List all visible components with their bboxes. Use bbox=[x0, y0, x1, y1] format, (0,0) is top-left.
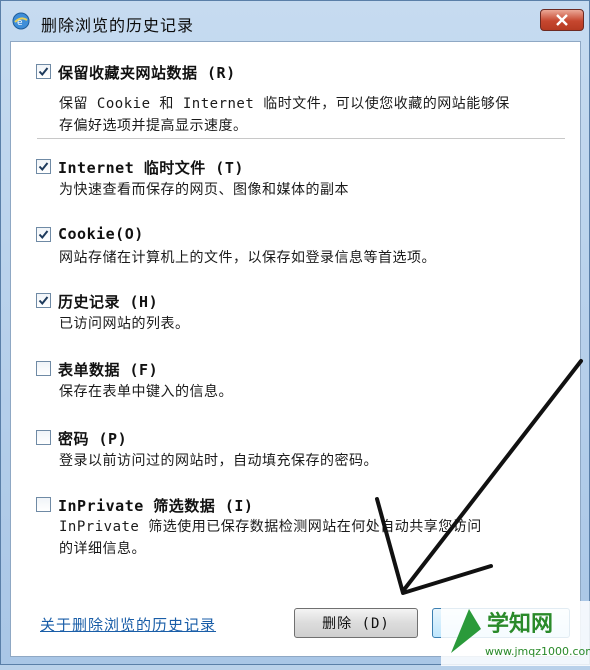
option-title[interactable]: Internet 临时文件 (T) bbox=[58, 157, 244, 178]
option-title[interactable]: 密码 (P) bbox=[58, 428, 127, 449]
option-description: 保存在表单中键入的信息。 bbox=[59, 384, 233, 400]
option-description: 保留 Cookie 和 Internet 临时文件，可以使您收藏的网站能够保 bbox=[59, 96, 510, 112]
checkbox-option-0[interactable] bbox=[36, 64, 51, 79]
option-description: 登录以前访问过的网站时，自动填充保存的密码。 bbox=[59, 453, 378, 469]
watermark-logo: 学知网 www.jmqz1000.com bbox=[441, 601, 590, 666]
option-description: 的详细信息。 bbox=[59, 541, 146, 557]
window-title: 删除浏览的历史记录 bbox=[41, 16, 195, 35]
about-delete-history-link[interactable]: 关于删除浏览的历史记录 bbox=[40, 614, 216, 635]
option-title[interactable]: 历史记录 (H) bbox=[58, 291, 158, 312]
option-description: 存偏好选项并提高显示速度。 bbox=[59, 118, 248, 134]
option-description: 已访问网站的列表。 bbox=[59, 316, 190, 332]
svg-text:e: e bbox=[17, 18, 23, 28]
checkmark-icon bbox=[38, 62, 49, 81]
checkmark-icon bbox=[38, 291, 49, 310]
watermark-title: 学知网 bbox=[487, 611, 553, 637]
checkbox-option-5[interactable] bbox=[36, 430, 51, 445]
separator-line bbox=[37, 138, 565, 139]
checkbox-option-4[interactable] bbox=[36, 361, 51, 376]
option-title[interactable]: 保留收藏夹网站数据 (R) bbox=[58, 62, 236, 83]
checkmark-icon bbox=[38, 225, 49, 244]
close-button[interactable] bbox=[540, 9, 584, 31]
checkbox-option-3[interactable] bbox=[36, 293, 51, 308]
watermark-url: www.jmqz1000.com bbox=[485, 645, 590, 658]
delete-button[interactable]: 删除 (D) bbox=[294, 608, 418, 638]
ie-globe-icon: e bbox=[11, 11, 31, 31]
option-description: 网站存储在计算机上的文件，以保存如登录信息等首选项。 bbox=[59, 250, 436, 266]
checkbox-option-1[interactable] bbox=[36, 159, 51, 174]
option-description: InPrivate 筛选使用已保存数据检测网站在何处自动共享您访问 bbox=[59, 519, 482, 535]
option-title[interactable]: 表单数据 (F) bbox=[58, 359, 158, 380]
option-title[interactable]: Cookie(O) bbox=[58, 225, 144, 243]
title-bar[interactable]: e 删除浏览的历史记录 bbox=[1, 1, 589, 41]
close-x-icon bbox=[555, 11, 569, 30]
checkmark-icon bbox=[38, 157, 49, 176]
dialog-window: e 删除浏览的历史记录 保留收藏夹网站数据 (R) 保留 Cookie 和 Int… bbox=[0, 0, 590, 666]
checkbox-option-2[interactable] bbox=[36, 227, 51, 242]
dialog-body: 保留收藏夹网站数据 (R) 保留 Cookie 和 Internet 临时文件，可… bbox=[10, 41, 581, 657]
checkbox-option-6[interactable] bbox=[36, 497, 51, 512]
option-description: 为快速查看而保存的网页、图像和媒体的副本 bbox=[59, 182, 349, 198]
option-title[interactable]: InPrivate 筛选数据 (I) bbox=[58, 495, 253, 516]
